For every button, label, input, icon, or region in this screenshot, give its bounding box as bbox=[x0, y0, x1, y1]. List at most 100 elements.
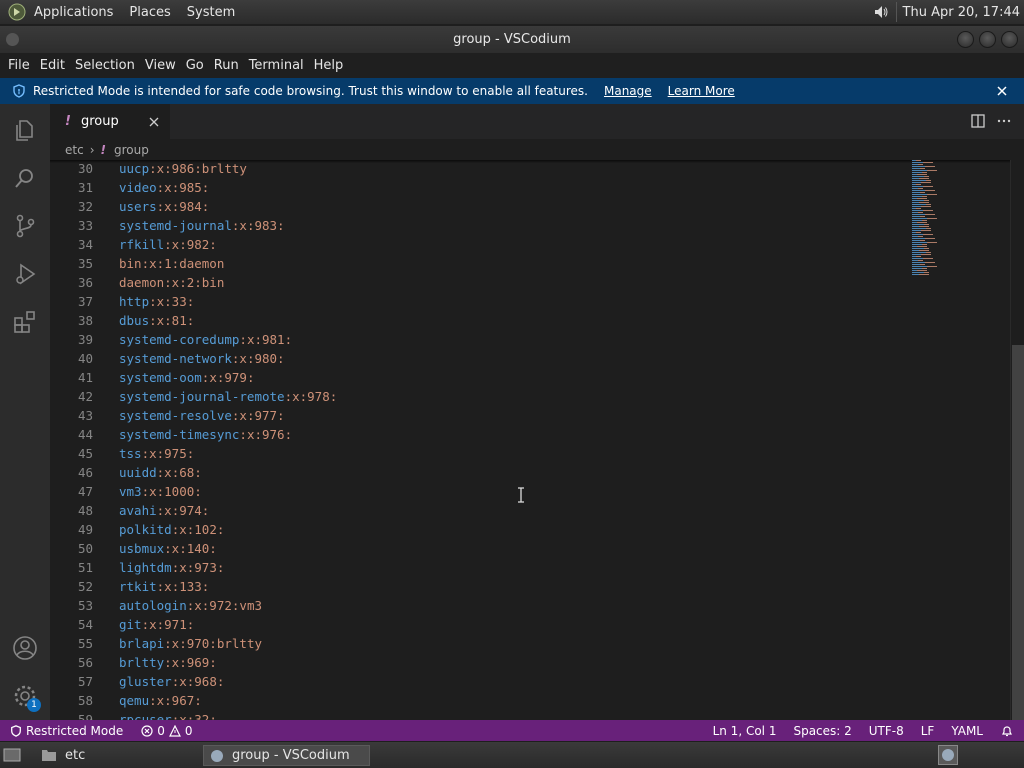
split-editor-icon[interactable] bbox=[970, 112, 986, 130]
line-content: git:x:971: bbox=[119, 615, 194, 634]
indentation[interactable]: Spaces: 2 bbox=[793, 724, 851, 738]
scrollbar-thumb[interactable] bbox=[1012, 345, 1024, 720]
menu-view[interactable]: View bbox=[140, 58, 181, 73]
minimap-line bbox=[912, 248, 929, 249]
manage-link[interactable]: Manage bbox=[604, 84, 652, 98]
breadcrumb-marker: ! bbox=[100, 143, 106, 157]
line-number: 34 bbox=[77, 237, 93, 252]
group-name: systemd-journal bbox=[119, 218, 232, 233]
minimap-line bbox=[912, 210, 933, 211]
minimap-line bbox=[912, 196, 927, 197]
group-fields: :x:986:brltty bbox=[149, 161, 247, 176]
more-actions-icon[interactable] bbox=[996, 112, 1012, 130]
top-panel: Applications Places System Thu Apr 20, 1… bbox=[0, 0, 1024, 24]
source-control-icon[interactable] bbox=[0, 202, 50, 250]
code-line: 52 rtkit:x:133: bbox=[50, 577, 910, 596]
minimap-line bbox=[912, 184, 921, 185]
end-of-line[interactable]: LF bbox=[921, 724, 935, 738]
line-content: systemd-resolve:x:977: bbox=[119, 406, 285, 425]
line-number: 33 bbox=[77, 218, 93, 233]
code-line: 40 systemd-network:x:980: bbox=[50, 349, 910, 368]
group-name: rpcuser bbox=[119, 712, 172, 720]
code-line: 38 dbus:x:81: bbox=[50, 311, 910, 330]
menu-terminal[interactable]: Terminal bbox=[244, 58, 309, 73]
gnome-foot-icon[interactable] bbox=[6, 1, 28, 23]
group-name: lightdm bbox=[119, 560, 172, 575]
breadcrumb-file[interactable]: group bbox=[114, 143, 149, 157]
breadcrumb-folder[interactable]: etc bbox=[65, 143, 84, 157]
minimap-line bbox=[912, 240, 925, 241]
bell-icon[interactable] bbox=[1000, 724, 1014, 738]
applications-menu[interactable]: Applications bbox=[34, 5, 113, 20]
menu-edit[interactable]: Edit bbox=[35, 58, 70, 73]
line-number: 55 bbox=[77, 636, 93, 651]
line-content: usbmux:x:140: bbox=[119, 539, 217, 558]
line-content: systemd-coredump:x:981: bbox=[119, 330, 292, 349]
taskbar-folder[interactable]: etc bbox=[41, 744, 85, 766]
minimap-line bbox=[912, 166, 935, 167]
group-fields: :x:102: bbox=[171, 522, 225, 537]
menu-file[interactable]: File bbox=[3, 58, 35, 73]
minimap-line bbox=[912, 230, 931, 231]
places-menu[interactable]: Places bbox=[129, 5, 170, 20]
group-fields: :x:968: bbox=[171, 674, 225, 689]
code-line: 57 gluster:x:968: bbox=[50, 672, 910, 691]
window-menu-icon[interactable] bbox=[6, 33, 19, 46]
menu-selection[interactable]: Selection bbox=[70, 58, 140, 73]
tab-group[interactable]: ! group bbox=[50, 104, 170, 139]
close-icon[interactable] bbox=[994, 83, 1010, 99]
group-fields: :x:140: bbox=[164, 541, 217, 556]
maximize-button[interactable] bbox=[979, 31, 996, 48]
volume-icon[interactable] bbox=[870, 1, 892, 23]
vscodium-icon bbox=[211, 749, 223, 762]
tab-strip: ! group bbox=[50, 104, 1024, 139]
editor[interactable]: 30 uucp:x:986:brltty 31 video:x:985: 32 users… bbox=[50, 160, 1024, 720]
extensions-icon[interactable] bbox=[0, 298, 50, 346]
workspace-switcher[interactable] bbox=[938, 745, 958, 765]
search-icon[interactable] bbox=[0, 154, 50, 202]
clock[interactable]: Thu Apr 20, 17:44 bbox=[903, 5, 1020, 20]
line-content: qemu:x:967: bbox=[119, 691, 202, 710]
line-content: polkitd:x:102: bbox=[119, 520, 224, 539]
window-titlebar[interactable]: group - VSCodium bbox=[0, 26, 1024, 53]
group-name: systemd-network bbox=[119, 351, 232, 366]
vertical-scrollbar[interactable] bbox=[1010, 160, 1024, 720]
minimap-line bbox=[912, 220, 927, 221]
window-title: group - VSCodium bbox=[453, 32, 571, 47]
restricted-mode-status[interactable]: Restricted Mode bbox=[0, 720, 132, 741]
minimap[interactable] bbox=[912, 160, 1002, 720]
cursor-position[interactable]: Ln 1, Col 1 bbox=[713, 724, 777, 738]
group-name: qemu bbox=[119, 693, 150, 708]
minimap-line bbox=[912, 192, 925, 193]
show-desktop-icon[interactable] bbox=[3, 744, 21, 766]
explorer-icon[interactable] bbox=[0, 106, 50, 154]
code-line: 33 systemd-journal:x:983: bbox=[50, 216, 910, 235]
shield-icon bbox=[11, 83, 27, 99]
minimap-line bbox=[912, 212, 923, 213]
taskbar-window-vscodium[interactable]: group - VSCodium bbox=[203, 745, 370, 766]
menu-help[interactable]: Help bbox=[309, 58, 349, 73]
menu-go[interactable]: Go bbox=[181, 58, 209, 73]
problems-status[interactable]: 0 0 bbox=[141, 724, 193, 738]
minimap-line bbox=[912, 202, 929, 203]
group-name: uuidd bbox=[119, 465, 157, 480]
line-number: 58 bbox=[77, 693, 93, 708]
system-menu[interactable]: System bbox=[187, 5, 235, 20]
menu-run[interactable]: Run bbox=[209, 58, 244, 73]
group-fields: :x:983: bbox=[231, 218, 285, 233]
code-line: 39 systemd-coredump:x:981: bbox=[50, 330, 910, 349]
run-debug-icon[interactable] bbox=[0, 250, 50, 298]
line-number: 52 bbox=[77, 579, 93, 594]
close-window-button[interactable] bbox=[1001, 31, 1018, 48]
code-line: 34 rfkill:x:982: bbox=[50, 235, 910, 254]
account-icon[interactable] bbox=[0, 624, 50, 672]
language-mode[interactable]: YAML bbox=[951, 724, 983, 738]
line-number: 47 bbox=[77, 484, 93, 499]
settings-gear-icon[interactable]: 1 bbox=[0, 672, 50, 720]
line-content: daemon:x:2:bin bbox=[119, 273, 224, 292]
close-tab-icon[interactable] bbox=[146, 114, 162, 130]
encoding[interactable]: UTF-8 bbox=[869, 724, 904, 738]
minimap-line bbox=[912, 238, 935, 239]
learn-more-link[interactable]: Learn More bbox=[668, 84, 735, 98]
minimize-button[interactable] bbox=[957, 31, 974, 48]
